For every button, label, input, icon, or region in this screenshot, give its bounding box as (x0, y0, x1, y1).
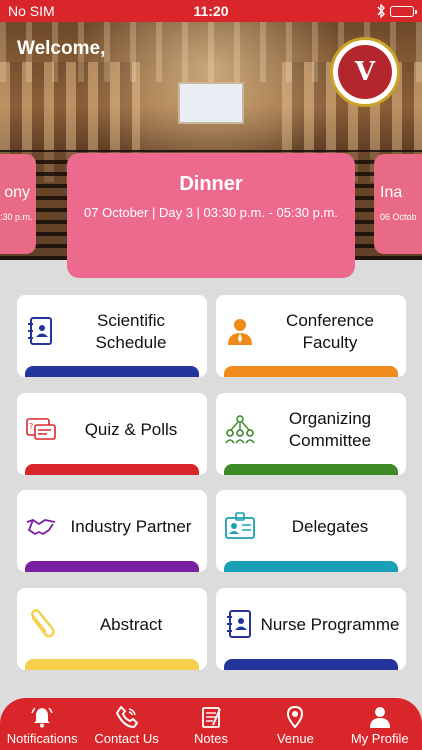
tile-industry-partner[interactable]: Industry Partner (17, 490, 207, 572)
nav-my-profile[interactable]: My Profile (338, 705, 422, 746)
event-card-current[interactable]: Dinner 07 October | Day 3 | 03:30 p.m. -… (67, 153, 355, 278)
bottom-nav: Notifications Contact Us Notes Venue My … (0, 698, 422, 750)
event-card-previous[interactable]: ony 05:30 p.m. (0, 154, 36, 254)
phone-icon (115, 706, 138, 728)
tile-quiz-polls[interactable]: ? Quiz & Polls (17, 393, 207, 475)
nav-label: My Profile (350, 731, 409, 746)
svg-text:?: ? (29, 422, 33, 431)
tile-label: Quiz & Polls (84, 420, 178, 439)
schedule-book-icon (28, 317, 52, 345)
tile-label: Organizing Committee (288, 409, 372, 450)
id-badge-icon (225, 512, 255, 539)
event-title: Ina (380, 184, 403, 201)
tile-color-bar (25, 659, 199, 670)
welcome-text: Welcome, (17, 38, 106, 59)
tile-label: Delegates (291, 517, 369, 536)
event-detail: 07 October | Day 3 | 03:30 p.m. - 05:30 … (84, 205, 338, 220)
tile-label: Scientific Schedule (95, 311, 167, 352)
faculty-person-icon (228, 319, 252, 345)
tile-label: Abstract (99, 615, 163, 634)
tile-organizing-committee[interactable]: Organizing Committee (216, 393, 406, 475)
tile-color-bar (25, 561, 199, 572)
event-title: Dinner (179, 173, 243, 195)
tile-conference-faculty[interactable]: Conference Faculty (216, 295, 406, 377)
tile-color-bar (224, 464, 398, 475)
paperclip-icon (31, 609, 55, 638)
notes-icon (202, 707, 221, 728)
clock: 11:20 (193, 3, 229, 19)
tile-label: Nurse Programme (260, 615, 400, 634)
bell-icon (31, 707, 53, 728)
tile-color-bar (224, 366, 398, 377)
tile-color-bar (224, 659, 398, 670)
event-card-next[interactable]: Ina 06 Octob (374, 154, 422, 254)
event-detail: 06 Octob (380, 212, 417, 222)
user-icon (369, 707, 390, 728)
tile-label: Conference Faculty (286, 311, 374, 352)
venue-image (178, 82, 244, 124)
tile-nurse-programme[interactable]: Nurse Programme (216, 588, 406, 670)
quiz-polls-icon: ? (26, 418, 56, 440)
tile-color-bar (25, 366, 199, 377)
tile-scientific-schedule[interactable]: Scientific Schedule (17, 295, 207, 377)
event-title: ony (4, 184, 30, 201)
handshake-icon (26, 519, 56, 535)
tile-delegates[interactable]: Delegates (216, 490, 406, 572)
status-bar: No SIM 11:20 (0, 0, 422, 22)
nav-label: Venue (276, 731, 314, 746)
tile-color-bar (25, 464, 199, 475)
nav-label: Notifications (6, 731, 78, 746)
nav-label: Notes (193, 731, 228, 746)
committee-network-icon (225, 415, 255, 444)
tile-label: Industry Partner (70, 517, 192, 536)
tile-abstract[interactable]: Abstract (17, 588, 207, 670)
event-detail: 05:30 p.m. (0, 212, 33, 222)
nurse-book-icon (227, 610, 251, 638)
nav-venue[interactable]: Venue (253, 705, 337, 746)
battery-icon (390, 5, 417, 17)
nav-contact-us[interactable]: Contact Us (85, 705, 169, 746)
tile-color-bar (224, 561, 398, 572)
nav-label: Contact Us (94, 731, 159, 746)
location-pin-icon (287, 705, 304, 729)
nav-notes[interactable]: Notes (169, 705, 253, 746)
nav-notifications[interactable]: Notifications (0, 705, 84, 746)
society-logo: V (330, 37, 400, 107)
